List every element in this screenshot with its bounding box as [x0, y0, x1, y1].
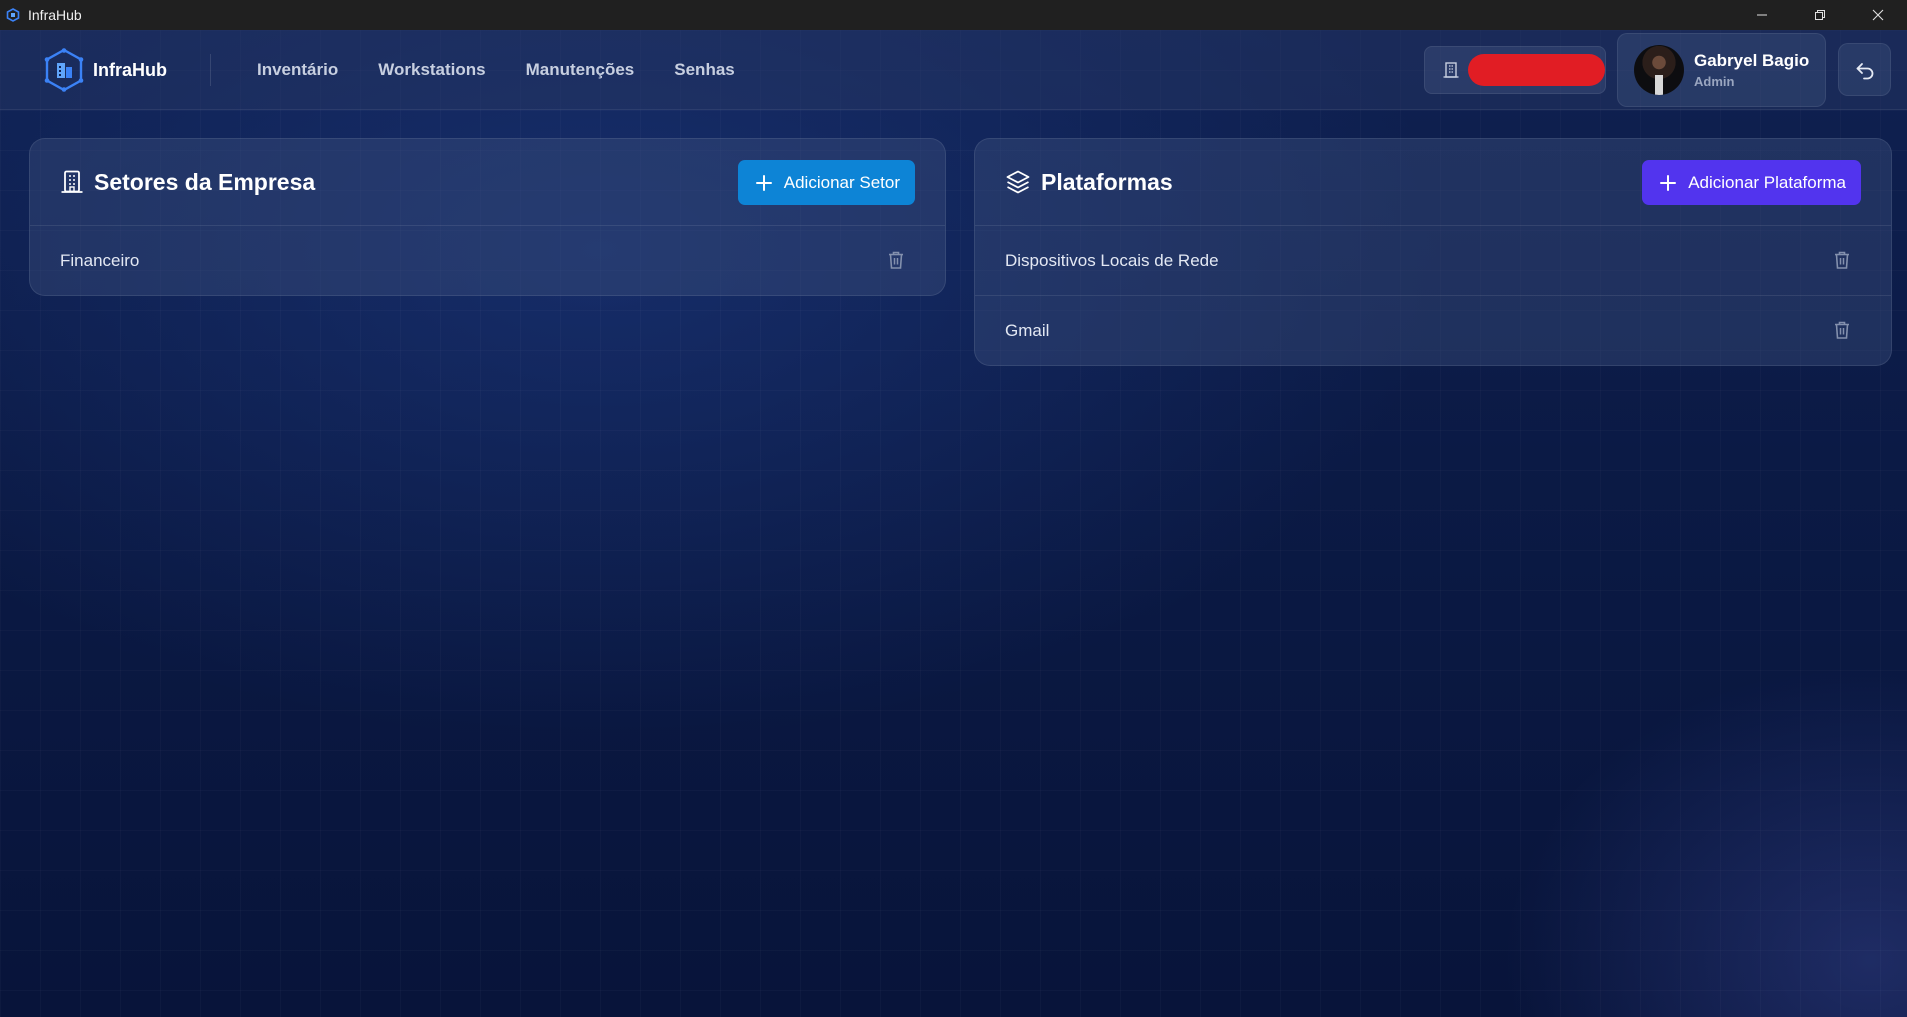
close-icon — [1872, 9, 1884, 21]
sectors-card-header: Setores da Empresa Adicionar Setor — [30, 139, 945, 226]
add-platform-button[interactable]: Adicionar Plataforma — [1642, 160, 1861, 205]
restore-button[interactable] — [1791, 0, 1849, 30]
main-nav: Inventário Workstations Manutenções Senh… — [257, 30, 775, 110]
app-logo-icon — [5, 7, 21, 23]
add-platform-label: Adicionar Plataforma — [1688, 172, 1846, 192]
back-button[interactable] — [1838, 43, 1891, 96]
list-item: Financeiro — [30, 226, 945, 295]
trash-icon[interactable] — [1833, 250, 1851, 270]
minimize-icon — [1757, 14, 1767, 16]
list-item: Dispositivos Locais de Rede — [975, 226, 1891, 296]
window-titlebar: InfraHub — [0, 0, 1907, 30]
restore-icon — [1815, 10, 1825, 20]
company-selector[interactable] — [1424, 46, 1606, 94]
plus-icon — [1660, 174, 1677, 191]
avatar — [1634, 45, 1684, 95]
plus-icon — [755, 174, 772, 191]
list-item: Gmail — [975, 296, 1891, 365]
trash-icon[interactable] — [1833, 320, 1851, 340]
trash-icon[interactable] — [887, 250, 905, 270]
layers-icon — [1005, 169, 1031, 195]
nav-item-workstations[interactable]: Workstations — [378, 60, 485, 80]
nav-item-manutencoes[interactable]: Manutenções — [526, 60, 635, 80]
add-sector-button[interactable]: Adicionar Setor — [737, 160, 915, 205]
brand-name: InfraHub — [93, 59, 167, 80]
platform-name: Dispositivos Locais de Rede — [1005, 250, 1219, 270]
platforms-card-header: Plataformas Adicionar Plataforma — [975, 139, 1891, 226]
brand-logo[interactable]: InfraHub — [43, 48, 167, 92]
add-sector-label: Adicionar Setor — [783, 172, 900, 192]
sector-name: Financeiro — [60, 251, 140, 270]
sectors-title: Setores da Empresa — [94, 168, 316, 195]
minimize-button[interactable] — [1733, 0, 1791, 30]
building-icon — [1442, 61, 1460, 79]
close-button[interactable] — [1849, 0, 1907, 30]
header-divider — [210, 54, 211, 86]
app-header: InfraHub Inventário Workstations Manuten… — [0, 30, 1907, 110]
company-name-redacted — [1468, 54, 1605, 86]
platforms-title: Plataformas — [1041, 168, 1173, 195]
platforms-card: Plataformas Adicionar Plataforma Disposi… — [974, 138, 1892, 366]
building-icon — [60, 169, 84, 195]
sectors-card: Setores da Empresa Adicionar Setor Finan… — [29, 138, 946, 296]
user-profile[interactable]: Gabryel Bagio Admin — [1617, 33, 1826, 107]
nav-item-inventario[interactable]: Inventário — [257, 60, 338, 80]
user-name: Gabryel Bagio — [1694, 51, 1810, 70]
user-role: Admin — [1694, 74, 1735, 89]
platform-name: Gmail — [1005, 321, 1050, 340]
nav-item-senhas[interactable]: Senhas — [674, 60, 734, 80]
window-title: InfraHub — [28, 7, 82, 23]
infrahub-logo-icon — [44, 48, 84, 92]
undo-arrow-icon — [1856, 62, 1873, 79]
